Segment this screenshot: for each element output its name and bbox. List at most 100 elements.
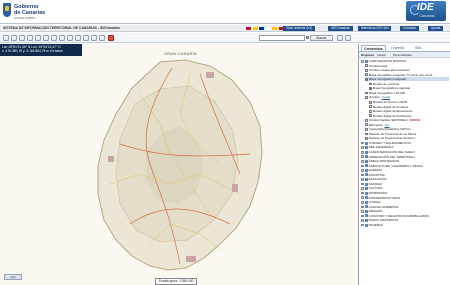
pan-icon[interactable]	[27, 35, 33, 41]
layer-checkbox[interactable]	[365, 137, 368, 140]
print-icon[interactable]	[83, 35, 89, 41]
ide-logo[interactable]: IDE Canarias	[406, 1, 446, 21]
layer-checkbox[interactable]	[365, 96, 368, 99]
layer-item[interactable]: Mapa topográfico integrado ?? cerrar est…	[365, 73, 449, 77]
home-icon[interactable]	[3, 35, 9, 41]
layer-item[interactable]: Modelo digital de Pendientes	[369, 114, 449, 118]
expand-icon[interactable]	[361, 187, 364, 190]
expand-icon[interactable]	[361, 196, 364, 199]
layer-item[interactable]: Mapa Topográfico 1:25.000	[365, 91, 449, 95]
language-flag-icon[interactable]	[259, 26, 264, 30]
expand-icon[interactable]	[361, 164, 364, 168]
layer-group[interactable]: CALIDAD AMBIENTAL	[361, 205, 449, 209]
share-icon[interactable]	[99, 35, 105, 41]
layer-group[interactable]: INFRAESTRUCTURAS	[361, 196, 449, 200]
expand-icon[interactable]	[361, 141, 364, 145]
expand-icon[interactable]	[361, 178, 364, 181]
search-button[interactable]: Buscar	[310, 35, 333, 41]
language-flag-icon[interactable]	[246, 26, 251, 30]
layer-item[interactable]: Modelo de sombras	[369, 82, 449, 86]
layer-group[interactable]: SANIDAD	[361, 182, 449, 186]
expand-icon[interactable]	[361, 191, 364, 195]
layer-item[interactable]: Modelo digital de Sombras	[369, 105, 449, 109]
layer-checkbox[interactable]	[369, 114, 372, 118]
layer-checkbox[interactable]	[365, 68, 368, 72]
link-visor-anterior[interactable]: Visor anterior (v3)	[283, 26, 316, 31]
settings-icon[interactable]	[337, 35, 343, 41]
layer-group[interactable]: MAPAS HISTÓRICOS	[361, 218, 449, 222]
layer-checkbox[interactable]	[369, 100, 372, 104]
link-ayuda[interactable]: Ayuda	[428, 26, 444, 31]
layer-group[interactable]: PATRIMONIO	[361, 191, 449, 195]
expand-icon[interactable]	[361, 169, 364, 172]
help-link[interactable]: Ayuda	[382, 95, 390, 99]
layer-item[interactable]: Mapa Topográfico Integrado	[369, 86, 449, 90]
language-flag-icon[interactable]	[272, 26, 277, 30]
search-input[interactable]	[259, 35, 305, 41]
expand-icon[interactable]	[361, 173, 364, 177]
layer-item[interactable]: Mapa Topográfico Integrado	[365, 77, 449, 82]
language-flag-icon[interactable]	[252, 26, 258, 30]
expand-icon[interactable]	[361, 219, 364, 222]
expand-icon[interactable]	[361, 59, 364, 63]
expand-icon[interactable]	[361, 210, 364, 213]
expand-icon[interactable]	[361, 200, 364, 204]
layer-item[interactable]: Ortofoto urbana alta resolución	[365, 68, 449, 72]
fullscreen-icon[interactable]	[345, 35, 351, 41]
subtab-insular[interactable]: Insular	[377, 52, 386, 58]
info-icon[interactable]	[51, 35, 57, 41]
layer-group[interactable]: PRUEBAS	[361, 223, 449, 227]
layer-checkbox[interactable]	[369, 87, 372, 90]
tab-sml[interactable]: SML	[413, 45, 424, 51]
layer-checkbox[interactable]	[365, 118, 368, 122]
layer-group[interactable]: LITORAL	[361, 200, 449, 204]
expand-icon[interactable]	[361, 214, 364, 218]
measure-distance-icon[interactable]	[59, 35, 65, 41]
expand-icon[interactable]	[361, 146, 364, 149]
layer-group[interactable]: CARTOGRAFÍAS BÁSICAS	[361, 59, 449, 63]
layer-group[interactable]: RIESGOS	[361, 209, 449, 213]
layer-item[interactable]: Rasante de Toponimia de La Palma	[365, 132, 449, 136]
layer-checkbox[interactable]	[365, 73, 368, 77]
layer-checkbox[interactable]	[369, 105, 372, 109]
tab-leyenda[interactable]: Leyenda	[389, 45, 406, 51]
layer-item[interactable]: Modelo digital de Elevaciones	[369, 109, 449, 113]
layer-item[interactable]: Cartografía Estadística (ISTAC)	[365, 127, 449, 131]
island-map[interactable]	[0, 44, 358, 285]
draw-icon[interactable]	[75, 35, 81, 41]
layer-item[interactable]: Rasante de Toponimia de El Hierro	[365, 136, 449, 140]
layer-item[interactable]: Modelo de Terreno LiDAR	[369, 100, 449, 104]
help-link[interactable]: Ayu	[384, 123, 389, 127]
layer-group[interactable]: ÁREAS PROTEGIDAS	[361, 159, 449, 163]
corner-button[interactable]: Info	[4, 274, 22, 280]
layer-group[interactable]: ENERGÍA	[361, 168, 449, 172]
link-miembros-sitcan[interactable]: Miembros SITCAN	[358, 26, 392, 31]
layer-group[interactable]: RED GEODÉSICA	[361, 145, 449, 149]
layer-checkbox[interactable]	[365, 64, 368, 68]
tab-contenidos[interactable]: Contenidos	[361, 45, 386, 51]
layer-checkbox[interactable]	[365, 91, 368, 95]
layer-group[interactable]: CULTURA	[361, 186, 449, 190]
layer-item[interactable]: Ortofoto Satélite SENTINEL2 NUEVO	[365, 118, 449, 122]
map-viewport[interactable]: Lat: 28º51'41,38" N Lon: 15º34'13,47" O …	[0, 44, 358, 285]
layer-checkbox[interactable]	[369, 82, 372, 86]
forward-icon[interactable]	[19, 35, 25, 41]
expand-icon[interactable]	[361, 155, 364, 159]
zoom-out-icon[interactable]	[43, 35, 49, 41]
expand-icon[interactable]	[361, 160, 364, 163]
subtab-regional[interactable]: Regional	[361, 52, 374, 58]
measure-area-icon[interactable]	[67, 35, 73, 41]
link-contacto[interactable]: Contacto	[400, 26, 420, 31]
layer-checkbox[interactable]	[369, 109, 372, 113]
back-icon[interactable]	[11, 35, 17, 41]
layer-item[interactable]: Ortofotomapa	[365, 64, 449, 68]
layer-group[interactable]: EDUCACIÓN	[361, 177, 449, 181]
expand-icon[interactable]	[361, 182, 364, 186]
layer-group[interactable]: AGRICULTURA, GANADERÍA Y PESCA	[361, 164, 449, 168]
layer-checkbox[interactable]	[365, 77, 368, 81]
layer-checkbox[interactable]	[365, 132, 368, 136]
zoom-in-icon[interactable]	[35, 35, 41, 41]
layer-checkbox[interactable]	[365, 128, 368, 131]
layer-group[interactable]: ORDENACIÓN DEL TERRITORIO	[361, 155, 449, 159]
expand-icon[interactable]	[361, 223, 364, 227]
